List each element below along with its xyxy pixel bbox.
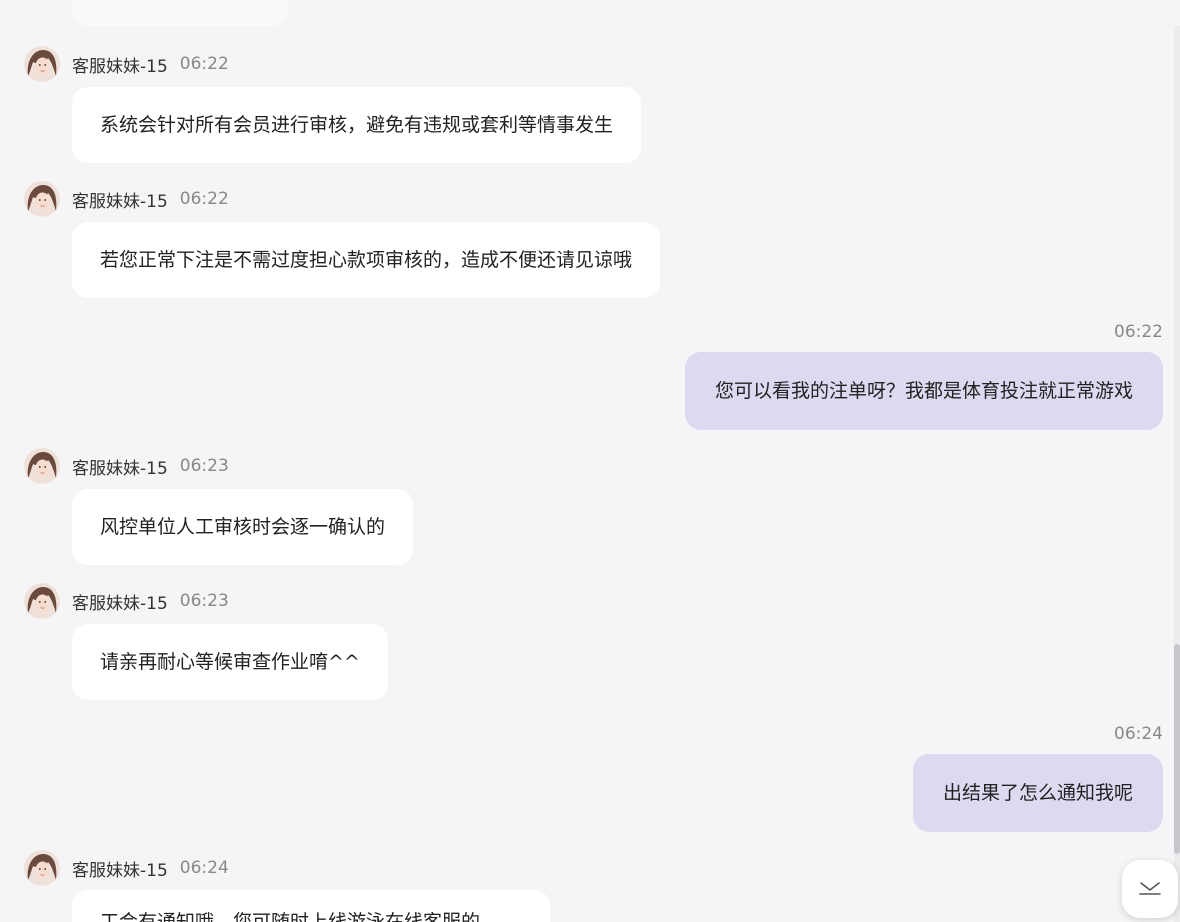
scrollbar-thumb[interactable]	[1174, 644, 1180, 854]
outgoing-message-bubble[interactable]: 您可以看我的注单呀？我都是体育投注就正常游戏	[684, 352, 1163, 430]
message-time: 06:22	[1114, 322, 1163, 342]
sender-name: 客服妹妹-15	[72, 458, 168, 479]
message-header: 客服妹妹-15 06:24	[24, 850, 229, 886]
incoming-message-bubble-partial[interactable]: 工会有通知哦，您可随时上线游泳在线客服的	[72, 890, 550, 922]
chevron-down-icon	[1138, 877, 1162, 901]
incoming-message-bubble[interactable]: 系统会针对所有会员进行审核，避免有违规或套利等情事发生	[72, 87, 642, 163]
chat-window: 客服妹妹-15 06:22 系统会针对所有会员进行审核，避免有违规或套利等情事发…	[0, 0, 1180, 922]
message-header: 客服妹妹-15 06:22	[24, 181, 229, 217]
message-time: 06:22	[179, 54, 229, 74]
message-time: 06:24	[1114, 724, 1163, 744]
sender-name: 客服妹妹-15	[72, 860, 168, 881]
message-header: 客服妹妹-15 06:22	[24, 46, 229, 82]
sender-name: 客服妹妹-15	[72, 191, 168, 212]
sender-name: 客服妹妹-15	[72, 593, 168, 614]
agent-avatar-icon[interactable]	[24, 448, 60, 484]
incoming-message-bubble[interactable]: 风控单位人工审核时会逐一确认的	[72, 489, 414, 565]
scroll-to-bottom-button[interactable]	[1122, 860, 1178, 918]
agent-avatar-icon[interactable]	[24, 850, 60, 886]
agent-avatar-icon[interactable]	[24, 583, 60, 619]
incoming-message-bubble[interactable]: 请亲再耐心等候审查作业唷^^	[72, 624, 388, 700]
agent-avatar-icon[interactable]	[24, 181, 60, 217]
sender-name: 客服妹妹-15	[72, 56, 168, 77]
message-header: 客服妹妹-15 06:23	[24, 583, 229, 619]
message-time: 06:24	[179, 858, 229, 878]
message-time: 06:23	[179, 591, 229, 611]
previous-message-bubble-edge	[72, 0, 288, 26]
outgoing-message-bubble[interactable]: 出结果了怎么通知我呢	[912, 754, 1163, 832]
agent-avatar-icon[interactable]	[24, 46, 60, 82]
message-time: 06:22	[179, 189, 229, 209]
message-time: 06:23	[179, 456, 229, 476]
message-header: 客服妹妹-15 06:23	[24, 448, 229, 484]
incoming-message-bubble[interactable]: 若您正常下注是不需过度担心款项审核的，造成不便还请见谅哦	[72, 222, 661, 298]
